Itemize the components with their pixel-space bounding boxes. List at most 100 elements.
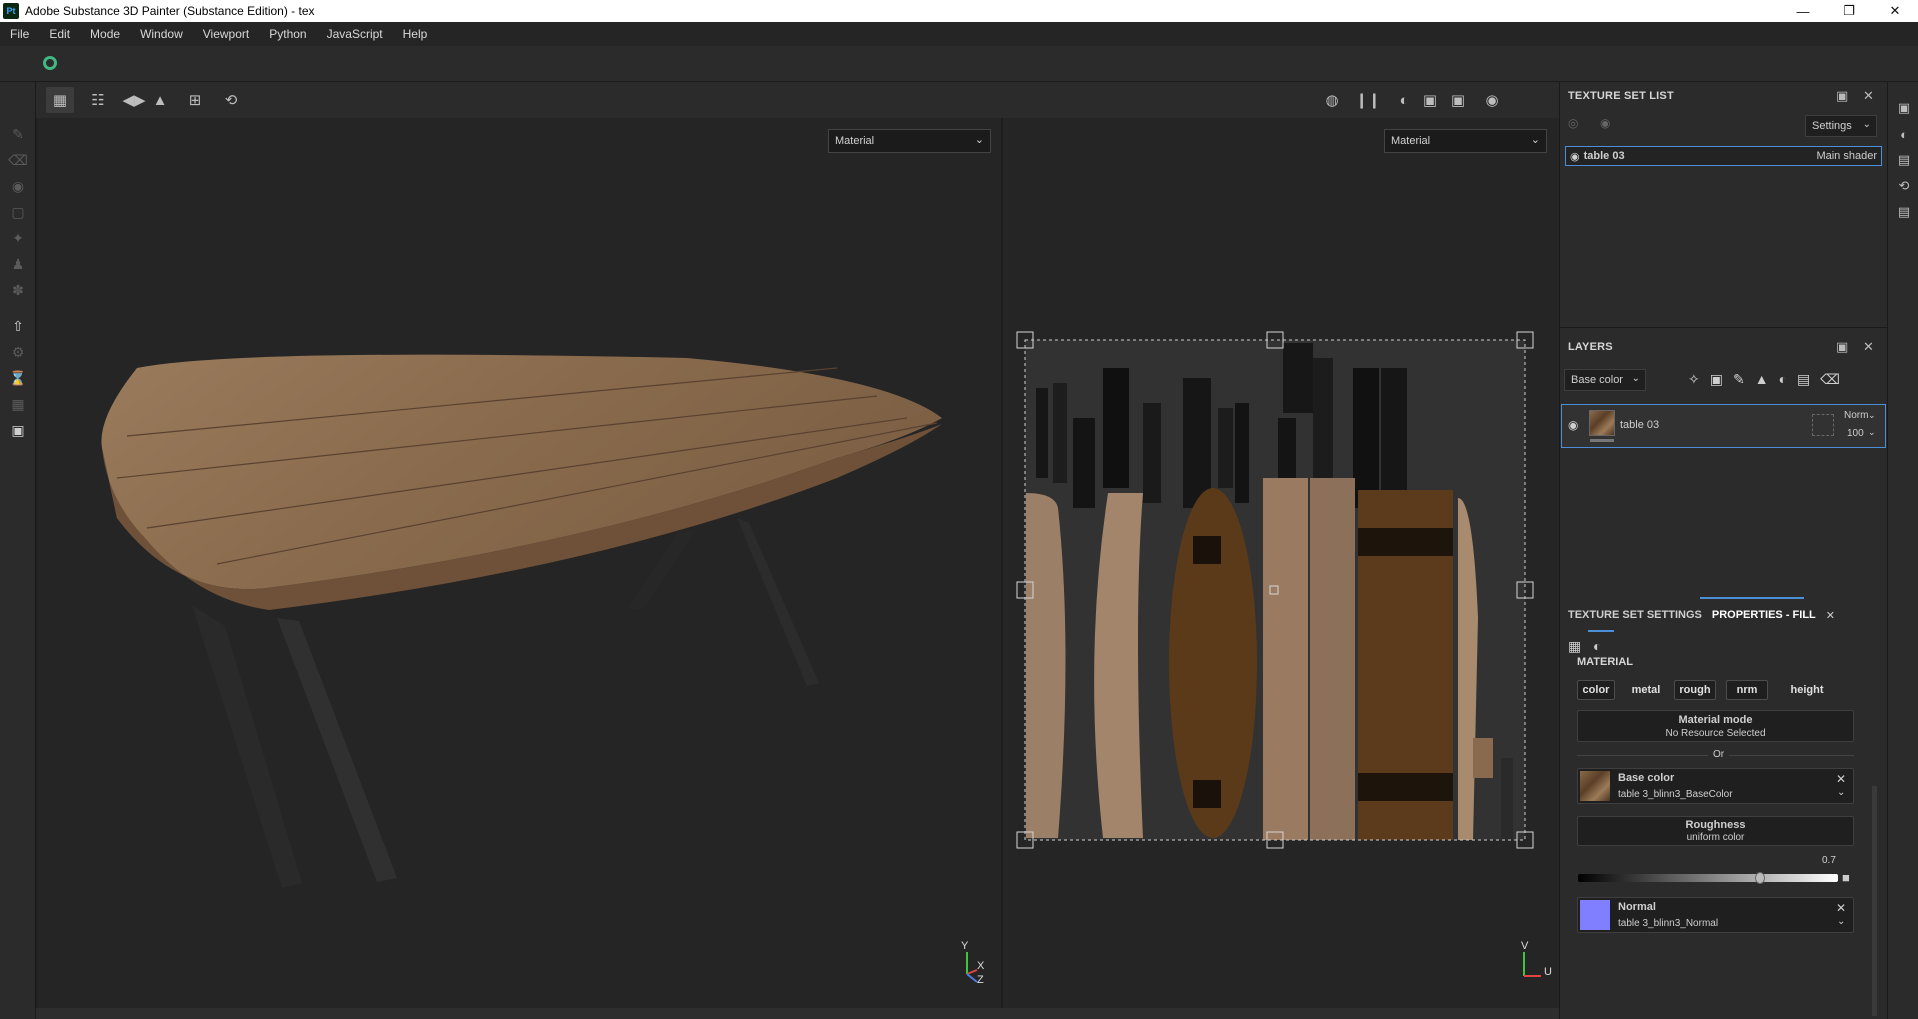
- fill-settings-icon[interactable]: ▦: [1568, 638, 1581, 655]
- random-icon[interactable]: ■: [1842, 870, 1850, 885]
- chevron-down-icon: ⌄: [1868, 410, 1876, 420]
- add-effect-icon[interactable]: ✧: [1688, 371, 1700, 388]
- add-fill-layer-icon[interactable]: ▲: [1755, 371, 1769, 388]
- display-settings-icon[interactable]: ▣: [1894, 98, 1914, 118]
- mirror-x-icon[interactable]: ◀▶: [120, 87, 148, 113]
- layer-opacity[interactable]: 100: [1847, 428, 1864, 439]
- visibility-eye-icon[interactable]: ◉: [1568, 418, 1578, 432]
- history-icon[interactable]: ⟲: [1894, 176, 1914, 196]
- close-icon[interactable]: ✕: [1863, 339, 1874, 355]
- clone-stamp-icon[interactable]: ♟: [6, 252, 30, 276]
- roughness-slider[interactable]: [1578, 872, 1838, 884]
- snapshot-icon[interactable]: ◉: [1478, 87, 1506, 113]
- hide-all-icon[interactable]: ◎: [1568, 116, 1578, 130]
- add-smart-material-icon[interactable]: ◐: [1779, 371, 1787, 388]
- polygon-fill-icon[interactable]: ▢: [6, 200, 30, 224]
- layout-grid-icon[interactable]: ▦: [46, 87, 74, 113]
- hourglass-icon[interactable]: ⌛: [6, 366, 30, 390]
- normal-slot[interactable]: Normal table 3_blinn3_Normal ✕ ⌄: [1577, 897, 1854, 933]
- add-paint-layer-icon[interactable]: ✎: [1733, 371, 1745, 388]
- history-icon[interactable]: ⟲: [217, 87, 245, 113]
- add-folder-icon[interactable]: ▤: [1797, 371, 1810, 388]
- layer-thumbnail-bar: [1590, 439, 1614, 442]
- close-icon[interactable]: ✕: [1836, 772, 1846, 786]
- tool-sidebar: ✎ ⌫ ◉ ▢ ✦ ♟ ✽ ⇧ ⚙ ⌛ ▦ ▣: [0, 82, 36, 1019]
- chevron-down-icon: ⌄: [1631, 373, 1640, 384]
- close-icon[interactable]: ✕: [1836, 901, 1846, 915]
- channel-nrm-button[interactable]: nrm: [1726, 680, 1768, 700]
- show-all-icon[interactable]: ◉: [1600, 116, 1610, 130]
- mirror-y-icon[interactable]: ▲: [146, 87, 174, 113]
- export-icon[interactable]: ⇧: [6, 314, 30, 338]
- channel-height-button[interactable]: height: [1780, 680, 1834, 700]
- color-picker-icon[interactable]: ✽: [6, 278, 30, 302]
- close-icon[interactable]: ✕: [1826, 609, 1835, 622]
- screenshot-icon[interactable]: ▣: [6, 418, 30, 442]
- blend-mode-select[interactable]: Norm: [1844, 410, 1868, 421]
- axis-gizmo-lines: [966, 952, 978, 983]
- viewport-2d-uv[interactable]: Material ⌄ V U: [1003, 118, 1559, 1008]
- menu-viewport[interactable]: Viewport: [203, 27, 249, 41]
- close-icon[interactable]: ✕: [1872, 0, 1918, 22]
- add-icon[interactable]: ⊞: [181, 87, 209, 113]
- menu-python[interactable]: Python: [269, 27, 306, 41]
- menu-edit[interactable]: Edit: [49, 27, 70, 41]
- layer-row[interactable]: ◉ table 03 Norm ⌄ 100 ⌄: [1561, 404, 1886, 448]
- paint-brush-icon[interactable]: ✎: [6, 122, 30, 146]
- layer-channel-label: Base color: [1571, 374, 1623, 386]
- chevron-down-icon[interactable]: ⌄: [1837, 787, 1845, 798]
- assets-icon[interactable]: ▤: [1894, 150, 1914, 170]
- camera-icon[interactable]: ▣: [1444, 87, 1472, 113]
- add-mask-icon[interactable]: ▣: [1710, 371, 1723, 388]
- shader-settings-icon[interactable]: ◐: [1894, 124, 1914, 144]
- smudge-icon[interactable]: ✦: [6, 226, 30, 250]
- eraser-icon[interactable]: ⌫: [6, 148, 30, 172]
- roughness-slider-handle[interactable]: [1755, 872, 1765, 884]
- layer-mask-slot[interactable]: [1812, 414, 1834, 436]
- material-mode-box[interactable]: Material mode No Resource Selected: [1577, 710, 1854, 742]
- chevron-down-icon[interactable]: ⌄: [1837, 916, 1845, 927]
- split-view-icon[interactable]: ☷: [84, 87, 112, 113]
- cube-icon[interactable]: ▣: [1416, 87, 1444, 113]
- texture-set-shader[interactable]: Main shader: [1816, 150, 1877, 162]
- close-icon[interactable]: ✕: [1863, 88, 1874, 104]
- menu-help[interactable]: Help: [403, 27, 428, 41]
- menu-window[interactable]: Window: [140, 27, 183, 41]
- roughness-number[interactable]: 0.7: [1822, 855, 1836, 866]
- minimize-icon[interactable]: —: [1780, 0, 1826, 22]
- hide-icon[interactable]: ◍: [1318, 87, 1346, 113]
- tab-texture-set-settings[interactable]: TEXTURE SET SETTINGS: [1568, 609, 1702, 621]
- uv-tool-icon[interactable]: ▦: [6, 392, 30, 416]
- properties-scrollbar[interactable]: [1872, 786, 1877, 1016]
- log-icon[interactable]: ▤: [1894, 202, 1914, 222]
- channel-metal-button[interactable]: metal: [1624, 680, 1668, 700]
- restore-icon[interactable]: ❐: [1826, 0, 1872, 22]
- tab-properties-fill[interactable]: PROPERTIES - FILL: [1712, 609, 1816, 621]
- channel-color-button[interactable]: color: [1577, 680, 1615, 700]
- channel-rough-button[interactable]: rough: [1674, 680, 1716, 700]
- pause-icon[interactable]: ❙❙: [1354, 87, 1382, 113]
- uv-texture-map: [1016, 331, 1534, 849]
- properties-tabs: TEXTURE SET SETTINGS PROPERTIES - FILL ✕: [1560, 601, 1888, 629]
- status-bar: [36, 1008, 1559, 1019]
- base-color-slot[interactable]: Base color table 3_blinn3_BaseColor ✕ ⌄: [1577, 768, 1854, 804]
- window-title: Adobe Substance 3D Painter (Substance Ed…: [25, 4, 315, 18]
- delete-layer-icon[interactable]: ⌫: [1820, 371, 1840, 388]
- bake-icon[interactable]: ⚙: [6, 340, 30, 364]
- viewport-3d[interactable]: Material ⌄ Y X Z: [37, 118, 1001, 1008]
- menu-mode[interactable]: Mode: [90, 27, 120, 41]
- maximize-icon[interactable]: ▣: [1836, 339, 1848, 355]
- roughness-box[interactable]: Roughness uniform color: [1577, 816, 1854, 846]
- texture-set-settings-dropdown[interactable]: Settings ⌄: [1805, 115, 1877, 137]
- layer-name[interactable]: table 03: [1620, 419, 1659, 431]
- menu-file[interactable]: File: [10, 27, 29, 41]
- shader-view-icon[interactable]: ◐: [1390, 87, 1418, 113]
- material-sphere-icon[interactable]: ◐: [1593, 638, 1601, 654]
- projection-icon[interactable]: ◉: [6, 174, 30, 198]
- chevron-down-icon: ⌄: [1868, 427, 1876, 437]
- visibility-eye-icon[interactable]: ◉: [1570, 150, 1580, 163]
- texture-set-row[interactable]: ◉ table 03 Main shader: [1565, 146, 1882, 166]
- maximize-icon[interactable]: ▣: [1836, 88, 1848, 104]
- layer-channel-select[interactable]: Base color ⌄: [1564, 369, 1646, 391]
- menu-javascript[interactable]: JavaScript: [327, 27, 383, 41]
